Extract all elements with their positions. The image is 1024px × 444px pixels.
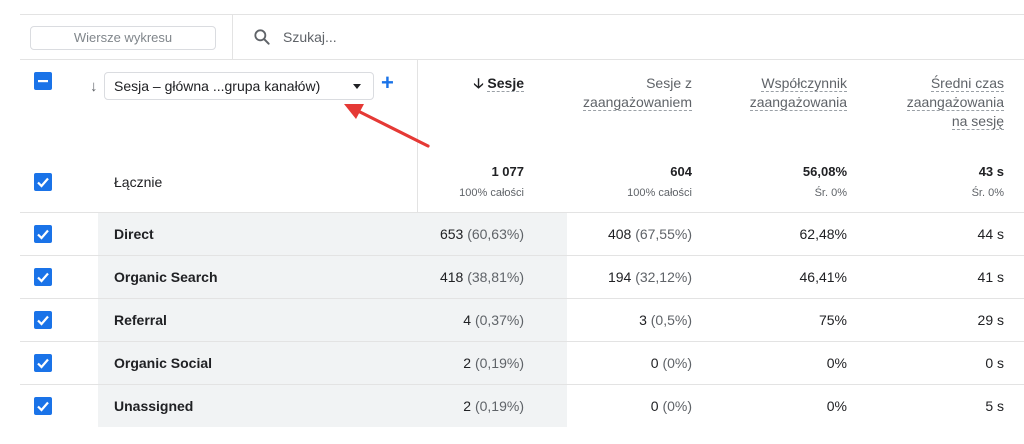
- check-icon: [37, 358, 49, 369]
- table-row[interactable]: 5 Unassigned 2 (0,19%) 0 (0%) 0% 5 s: [20, 384, 1024, 427]
- row-channel-name: Referral: [114, 312, 167, 328]
- row-sessions-value: 2: [463, 355, 472, 371]
- row-channel-name: Organic Social: [114, 355, 213, 371]
- check-icon: [37, 401, 49, 412]
- row-engaged-pct: (0%): [662, 355, 692, 371]
- toolbar-divider: [232, 15, 233, 59]
- table-toolbar: Wiersze wykresu Szukaj...: [20, 15, 1024, 60]
- column-header-engaged-line1: Sesje z: [646, 75, 692, 91]
- row-sessions-pct: (0,19%): [474, 355, 524, 371]
- totals-engaged: 604: [670, 164, 692, 179]
- row-engaged: 3 (0,5%): [639, 299, 692, 341]
- search-input[interactable]: Szukaj...: [283, 29, 337, 45]
- totals-rate-sub: Śr. 0%: [814, 187, 847, 199]
- row-channel-name: Direct: [114, 226, 154, 242]
- check-icon: [37, 229, 49, 240]
- row-sessions: 2 (0,19%): [463, 342, 524, 384]
- row-sessions: 2 (0,19%): [463, 385, 524, 427]
- row-engaged-value: 3: [639, 312, 647, 328]
- dimension-select-label: Sesja – główna ...grupa kanałów): [114, 78, 321, 94]
- row-engaged-pct: (32,12%): [635, 269, 692, 285]
- row-channel-name: Unassigned: [114, 398, 194, 414]
- totals-label: Łącznie: [114, 174, 163, 190]
- row-engaged-value: 408: [607, 226, 632, 242]
- column-header-time-line2: zaangażowania: [906, 94, 1004, 111]
- column-header-sessions[interactable]: 🡣 Sesje: [473, 74, 524, 93]
- select-all-checkbox[interactable]: [34, 72, 52, 90]
- row-rate: 0%: [826, 355, 847, 371]
- check-icon: [37, 177, 49, 188]
- dimension-select[interactable]: Sesja – główna ...grupa kanałów): [104, 72, 374, 100]
- check-icon: [37, 315, 49, 326]
- row-engaged-pct: (0%): [662, 398, 692, 414]
- row-sessions-value: 653: [439, 226, 464, 242]
- column-header-engaged[interactable]: Sesje z zaangażowaniem: [583, 74, 692, 112]
- row-sessions-pct: (0,37%): [474, 312, 524, 328]
- row-sessions-value: 4: [463, 312, 472, 328]
- row-sessions-pct: (0,19%): [474, 398, 524, 414]
- table-row[interactable]: 1 Direct 653 (60,63%) 408 (67,55%) 62,48…: [20, 212, 1024, 255]
- row-checkbox[interactable]: [34, 354, 52, 372]
- row-sessions: 4 (0,37%): [463, 299, 524, 341]
- totals-sessions: 1 077: [491, 164, 524, 179]
- column-header-engaged-line2: zaangażowaniem: [583, 94, 692, 111]
- sort-desc-icon: 🡣: [473, 75, 484, 91]
- search-icon[interactable]: [252, 27, 272, 47]
- row-sessions-pct: (38,81%): [467, 269, 524, 285]
- row-engaged-pct: (0,5%): [650, 312, 692, 328]
- column-header-engagement-rate[interactable]: Współczynnik zaangażowania: [749, 74, 847, 112]
- column-header-rate-line2: zaangażowania: [749, 94, 847, 111]
- row-sessions: 418 (38,81%): [440, 256, 524, 298]
- row-time: 29 s: [977, 312, 1004, 328]
- check-icon: [37, 272, 49, 283]
- row-time: 41 s: [977, 269, 1004, 285]
- row-checkbox[interactable]: [34, 397, 52, 415]
- column-header-sessions-label: Sesje: [487, 75, 524, 92]
- column-header-rate-line1: Współczynnik: [761, 75, 847, 92]
- row-engaged-value: 0: [650, 355, 659, 371]
- add-dimension-button[interactable]: +: [381, 71, 394, 95]
- indeterminate-icon: [38, 80, 48, 83]
- row-engaged: 0 (0%): [651, 385, 692, 427]
- row-engaged: 194 (32,12%): [608, 256, 692, 298]
- row-engaged-value: 194: [607, 269, 632, 285]
- row-engaged: 408 (67,55%): [608, 213, 692, 255]
- row-sessions-value: 2: [463, 398, 472, 414]
- row-rate: 46,41%: [799, 269, 847, 285]
- totals-time: 43 s: [978, 164, 1004, 179]
- table-row[interactable]: 2 Organic Search 418 (38,81%) 194 (32,12…: [20, 255, 1024, 298]
- row-rate: 62,48%: [799, 226, 847, 242]
- row-sessions-value: 418: [439, 269, 464, 285]
- totals-time-sub: Śr. 0%: [971, 187, 1004, 199]
- row-checkbox[interactable]: [34, 225, 52, 243]
- annotation-arrow-icon: [344, 104, 430, 148]
- row-sessions-pct: (60,63%): [467, 226, 524, 242]
- table-row[interactable]: 3 Referral 4 (0,37%) 3 (0,5%) 75% 29 s: [20, 298, 1024, 341]
- row-checkbox[interactable]: [34, 268, 52, 286]
- totals-rate: 56,08%: [802, 164, 847, 179]
- table-row[interactable]: 4 Organic Social 2 (0,19%) 0 (0%) 0% 0 s: [20, 341, 1024, 384]
- chart-rows-button[interactable]: Wiersze wykresu: [30, 26, 216, 50]
- chevron-down-icon: [353, 84, 361, 89]
- row-engaged: 0 (0%): [651, 342, 692, 384]
- row-time: 5 s: [985, 398, 1004, 414]
- totals-checkbox[interactable]: [34, 173, 52, 191]
- row-engaged-pct: (67,55%): [635, 226, 692, 242]
- row-engaged-value: 0: [650, 398, 659, 414]
- totals-sessions-sub: 100% całości: [459, 187, 524, 199]
- row-rate: 75%: [818, 312, 847, 328]
- row-sessions: 653 (60,63%): [440, 213, 524, 255]
- row-time: 0 s: [985, 355, 1004, 371]
- column-header-time-line1: Średni czas: [930, 75, 1004, 92]
- row-time: 44 s: [977, 226, 1004, 242]
- column-header-avg-time[interactable]: Średni czas zaangażowania na sesję: [906, 74, 1004, 131]
- column-header-time-line3: na sesję: [951, 113, 1004, 130]
- totals-engaged-sub: 100% całości: [627, 187, 692, 199]
- row-channel-name: Organic Search: [114, 269, 218, 285]
- row-rate: 0%: [826, 398, 847, 414]
- row-checkbox[interactable]: [34, 311, 52, 329]
- sort-arrow-icon[interactable]: ↓: [90, 78, 98, 95]
